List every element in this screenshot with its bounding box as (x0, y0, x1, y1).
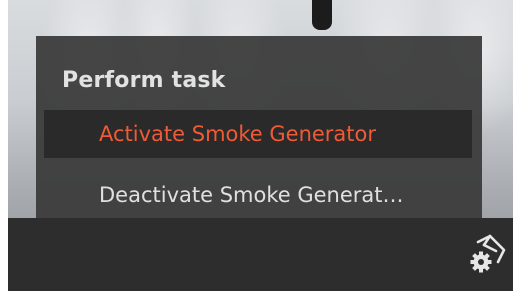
menu-title: Perform task (62, 68, 226, 93)
video-pole (312, 0, 332, 30)
task-settings-icon[interactable] (464, 230, 510, 276)
deactivate-smoke-generator-item[interactable]: Deactivate Smoke Generat… (44, 171, 472, 219)
activate-smoke-generator-item[interactable]: Activate Smoke Generator (44, 110, 472, 158)
perform-task-menu: Perform task Activate Smoke Generator De… (36, 36, 482, 218)
bottom-toolbar (8, 218, 513, 291)
